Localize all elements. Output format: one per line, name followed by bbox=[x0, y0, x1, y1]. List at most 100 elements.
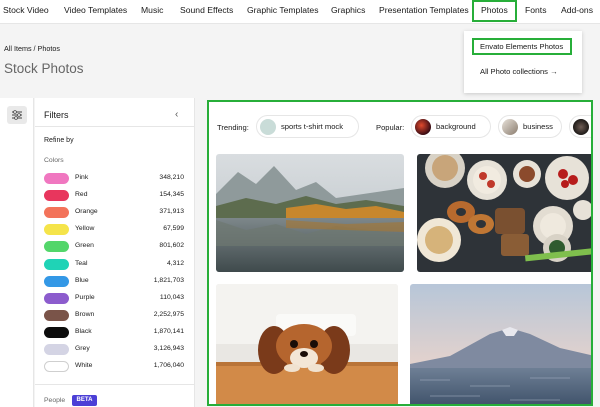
refine-by-label: Refine by bbox=[44, 137, 74, 144]
trending-label: Trending: bbox=[217, 123, 249, 132]
color-count: 801,602 bbox=[159, 242, 184, 250]
color-count: 1,706,040 bbox=[153, 362, 184, 370]
top-nav: Stock Video Video Templates Music Sound … bbox=[0, 0, 600, 24]
color-name: Blue bbox=[75, 276, 89, 284]
mountain-lake-image bbox=[216, 154, 404, 272]
chip-thumbnail bbox=[415, 119, 431, 135]
color-filter-black[interactable]: Black 1,870,141 bbox=[44, 326, 184, 339]
chevron-left-icon[interactable]: ‹ bbox=[175, 109, 178, 120]
color-name: Black bbox=[75, 327, 92, 335]
color-count: 3,126,943 bbox=[153, 345, 184, 352]
photo-mountain-lake[interactable] bbox=[216, 154, 404, 272]
color-count: 4,312 bbox=[166, 259, 184, 267]
color-count: 1,821,703 bbox=[153, 276, 184, 284]
popular-chip-more[interactable] bbox=[569, 115, 591, 138]
nav-fonts[interactable]: Fonts bbox=[525, 5, 547, 15]
photo-mountain-sea[interactable] bbox=[410, 284, 591, 404]
dropdown-envato-elements-photos[interactable]: Envato Elements Photos bbox=[472, 38, 572, 55]
nav-add-ons[interactable]: Add-ons bbox=[561, 5, 593, 15]
color-filter-yellow[interactable]: Yellow 67,599 bbox=[44, 224, 184, 236]
photos-dropdown: Envato Elements Photos All Photo collect… bbox=[464, 31, 582, 93]
dropdown-primary-label: Envato Elements Photos bbox=[480, 42, 564, 51]
color-swatch bbox=[44, 207, 69, 219]
color-count: 154,345 bbox=[159, 191, 184, 199]
popular-chip-business[interactable]: business bbox=[498, 115, 562, 138]
food-table-image bbox=[417, 154, 591, 272]
filters-title: Filters bbox=[44, 110, 69, 120]
filters-sidebar: Filters ‹ Refine by Colors Pink 348,210 Re… bbox=[35, 98, 195, 407]
color-count: 371,913 bbox=[159, 208, 184, 216]
color-swatch bbox=[44, 361, 69, 373]
dropdown-all-photo-collections[interactable]: All Photo collections → bbox=[480, 67, 558, 76]
color-filter-blue[interactable]: Blue 1,821,703 bbox=[44, 275, 184, 288]
color-swatch bbox=[44, 258, 69, 270]
photo-food-table[interactable] bbox=[417, 154, 591, 272]
nav-photos[interactable]: Photos bbox=[472, 0, 517, 22]
color-name: Brown bbox=[75, 310, 95, 318]
nav-stock-video[interactable]: Stock Video bbox=[3, 5, 49, 15]
beta-badge: BETA bbox=[72, 395, 97, 406]
chip-thumbnail bbox=[573, 119, 589, 135]
color-swatch bbox=[44, 224, 69, 236]
chip-thumbnail bbox=[260, 119, 276, 135]
color-name: Purple bbox=[75, 293, 95, 301]
color-count: 110,043 bbox=[159, 293, 184, 301]
divider bbox=[35, 384, 195, 385]
color-name: Pink bbox=[75, 174, 89, 181]
nav-presentation-templates[interactable]: Presentation Templates bbox=[379, 5, 469, 15]
color-name: Orange bbox=[75, 208, 98, 216]
nav-music[interactable]: Music bbox=[141, 5, 163, 15]
color-count: 1,870,141 bbox=[153, 327, 184, 335]
nav-graphics[interactable]: Graphics bbox=[331, 5, 365, 15]
trending-chip[interactable]: sports t-shirt mock bbox=[256, 115, 359, 138]
color-filter-brown[interactable]: Brown 2,252,975 bbox=[44, 309, 184, 322]
divider bbox=[35, 126, 195, 127]
color-filter-white[interactable]: White 1,706,040 bbox=[44, 361, 184, 373]
popular-chip-label: business bbox=[523, 122, 553, 131]
color-filter-pink[interactable]: Pink 348,210 bbox=[44, 173, 184, 185]
color-filter-orange[interactable]: Orange 371,913 bbox=[44, 207, 184, 219]
nav-video-templates[interactable]: Video Templates bbox=[64, 5, 127, 15]
nav-graphic-templates[interactable]: Graphic Templates bbox=[247, 5, 319, 15]
color-swatch bbox=[44, 241, 69, 253]
color-name: Teal bbox=[75, 259, 88, 267]
nav-photos-label: Photos bbox=[481, 5, 508, 15]
color-filter-teal[interactable]: Teal 4,312 bbox=[44, 258, 184, 271]
color-swatch bbox=[44, 190, 69, 202]
color-count: 348,210 bbox=[159, 174, 184, 181]
color-swatch bbox=[44, 173, 69, 184]
color-swatch bbox=[44, 275, 69, 287]
filter-sliders-icon bbox=[12, 110, 22, 120]
photo-results-panel: Trending: sports t-shirt mock Popular: b… bbox=[207, 100, 593, 406]
photo-dog-at-table[interactable] bbox=[216, 284, 398, 404]
popular-chip-background[interactable]: background bbox=[411, 115, 491, 138]
filter-toggle-button[interactable] bbox=[7, 106, 27, 124]
color-swatch bbox=[44, 326, 69, 338]
color-count: 67,599 bbox=[163, 225, 184, 233]
color-name: Red bbox=[75, 191, 88, 199]
colors-label: Colors bbox=[44, 157, 64, 164]
color-name: Green bbox=[75, 242, 94, 250]
people-label: People bbox=[44, 397, 66, 404]
breadcrumb[interactable]: All Items / Photos bbox=[4, 44, 60, 53]
mountain-sea-image bbox=[410, 284, 591, 404]
sidebar-strip bbox=[0, 98, 34, 407]
dog-at-table-image bbox=[216, 284, 398, 404]
color-filter-purple[interactable]: Purple 110,043 bbox=[44, 292, 184, 305]
color-swatch bbox=[44, 344, 69, 355]
page-title: Stock Photos bbox=[4, 61, 84, 76]
color-count: 2,252,975 bbox=[153, 310, 184, 318]
color-filter-grey[interactable]: Grey 3,126,943 bbox=[44, 344, 184, 356]
popular-label: Popular: bbox=[376, 123, 405, 132]
chip-thumbnail bbox=[502, 119, 518, 135]
color-swatch bbox=[44, 292, 69, 304]
trending-chip-label: sports t-shirt mock bbox=[281, 122, 344, 131]
color-name: Grey bbox=[75, 345, 90, 352]
color-name: Yellow bbox=[75, 225, 95, 233]
color-filter-green[interactable]: Green 801,602 bbox=[44, 241, 184, 253]
popular-chip-label: background bbox=[436, 122, 476, 131]
color-swatch bbox=[44, 309, 69, 321]
color-name: White bbox=[75, 362, 93, 370]
color-filter-red[interactable]: Red 154,345 bbox=[44, 190, 184, 202]
nav-sound-effects[interactable]: Sound Effects bbox=[180, 5, 233, 15]
